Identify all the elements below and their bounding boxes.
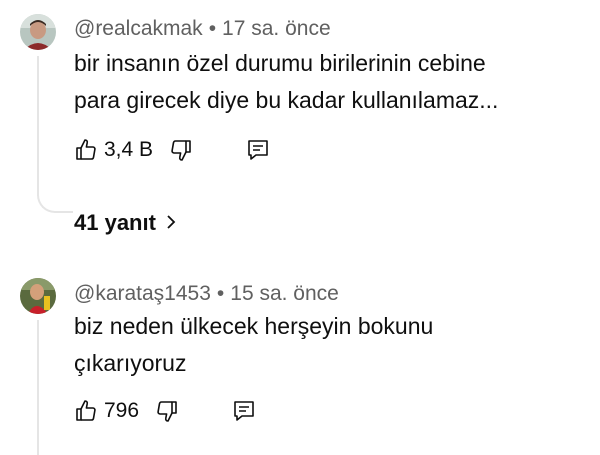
comment-text: biz neden ülkecek herşeyin bokunu çıkarı… bbox=[74, 308, 433, 382]
comment-time[interactable]: 17 sa. önce bbox=[222, 17, 331, 40]
thread-line bbox=[37, 56, 39, 196]
like-count: 796 bbox=[104, 399, 140, 422]
thumbs-up-icon bbox=[76, 139, 96, 160]
chevron-right-icon bbox=[167, 215, 176, 229]
comment-line: biz neden ülkecek herşeyin bokunu bbox=[74, 313, 434, 339]
comment-line: bir insanın özel durumu birilerinin cebi… bbox=[74, 50, 486, 76]
like-button[interactable]: 3,4 B bbox=[74, 138, 153, 162]
replies-toggle[interactable]: 41 yanıt bbox=[74, 210, 176, 236]
thread-line bbox=[37, 320, 39, 455]
comment-time[interactable]: 15 sa. önce bbox=[230, 282, 339, 305]
comment-meta: @realcakmak • 17 sa. önce bbox=[74, 17, 331, 41]
avatar[interactable] bbox=[20, 14, 56, 50]
comment-text: bir insanın özel durumu birilerinin cebi… bbox=[74, 45, 498, 119]
meta-separator: • bbox=[216, 282, 225, 305]
reply-icon bbox=[234, 401, 254, 421]
avatar[interactable] bbox=[20, 278, 56, 314]
comment-actions: 796 bbox=[74, 397, 255, 425]
reply-icon bbox=[248, 140, 268, 160]
author-name[interactable]: @karataş1453 bbox=[74, 282, 211, 305]
meta-separator: • bbox=[208, 17, 217, 40]
comment-line: para girecek diye bu kadar kullanılamaz.… bbox=[74, 87, 499, 113]
comment-meta: @karataş1453 • 15 sa. önce bbox=[74, 282, 339, 306]
like-count: 3,4 B bbox=[104, 138, 154, 161]
reply-button[interactable] bbox=[233, 399, 255, 423]
author-name[interactable]: @realcakmak bbox=[74, 17, 203, 40]
thread-curve bbox=[37, 195, 73, 213]
dislike-button[interactable] bbox=[155, 399, 179, 423]
thumbs-down-icon bbox=[157, 401, 177, 422]
thumbs-down-icon bbox=[171, 140, 191, 161]
comment-line: çıkarıyoruz bbox=[74, 350, 187, 376]
dislike-button[interactable] bbox=[169, 138, 193, 162]
thumbs-up-icon bbox=[76, 400, 96, 421]
like-button[interactable]: 796 bbox=[74, 399, 139, 423]
reply-button[interactable] bbox=[247, 138, 269, 162]
replies-count: 41 yanıt bbox=[74, 210, 156, 235]
comment-actions: 3,4 B bbox=[74, 136, 269, 164]
